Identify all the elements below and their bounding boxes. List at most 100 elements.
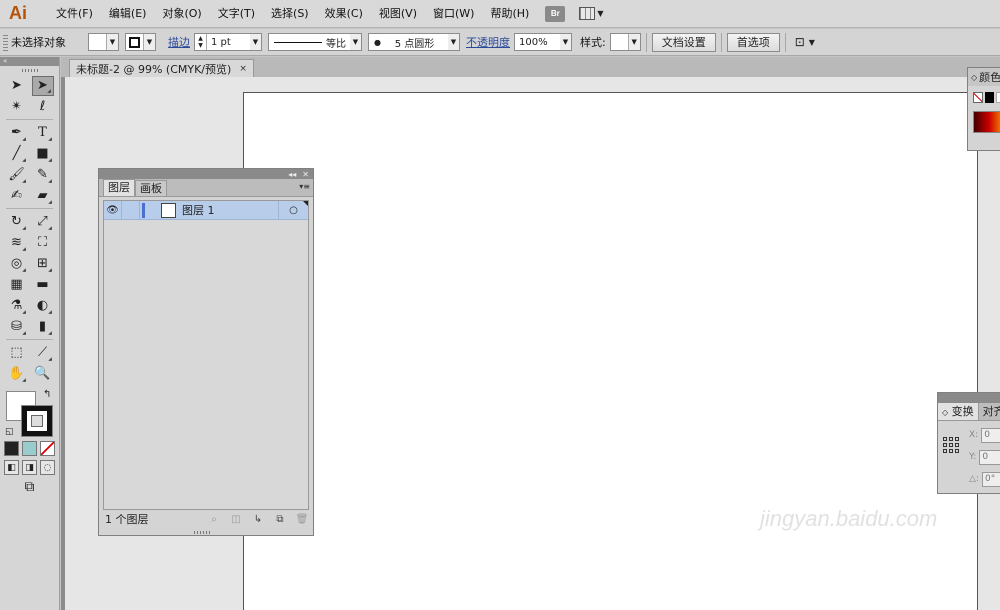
scale-tool-icon[interactable]: ⤢	[32, 212, 54, 232]
tab-layers[interactable]: 图层	[103, 179, 135, 196]
perspective-grid-tool-icon[interactable]: ⊞	[32, 254, 54, 274]
menu-object[interactable]: 对象(O)	[154, 0, 209, 28]
none-mode-icon[interactable]	[40, 441, 55, 456]
layers-panel: ◂◂ ✕ 图层 画板 ▾≡ 👁 图层 1 ○ 1 个图层 ⌕ ◫ ↳ ⧉ 🗑	[98, 168, 314, 536]
menu-bar: Ai 文件(F) 编辑(E) 对象(O) 文字(T) 选择(S) 效果(C) 视…	[0, 0, 1000, 28]
menu-file[interactable]: 文件(F)	[48, 0, 101, 28]
document-tab[interactable]: 未标题-2 @ 99% (CMYK/预览) ×	[69, 59, 254, 77]
screen-mode-icon[interactable]: ⧉	[25, 479, 35, 495]
fill-color-dropdown[interactable]: ▼	[88, 33, 119, 51]
rotate-field[interactable]: △: 0°	[969, 471, 1000, 487]
chevron-down-icon[interactable]: ▼	[809, 38, 815, 47]
color-mode-icon[interactable]	[4, 441, 19, 456]
menu-help[interactable]: 帮助(H)	[482, 0, 537, 28]
hand-tool-icon[interactable]: ✋	[6, 364, 28, 384]
collapse-icon[interactable]: ◂◂	[288, 170, 296, 179]
close-icon[interactable]: ×	[239, 64, 247, 74]
pen-tool-icon[interactable]: ✒	[6, 123, 28, 143]
stroke-swatch[interactable]	[21, 405, 53, 437]
column-graph-tool-icon[interactable]: ▮	[32, 317, 54, 337]
selection-tool-icon[interactable]: ➤	[6, 76, 28, 96]
reference-point-icon[interactable]	[943, 437, 959, 453]
panel-title-bar[interactable]	[938, 393, 1000, 403]
stroke-weight-field[interactable]: ▲ ▼ 1 pt ▼	[194, 33, 262, 51]
rotate-tool-icon[interactable]: ↻	[6, 212, 28, 232]
blend-tool-icon[interactable]: ◐	[32, 296, 54, 316]
variable-width-profile-dropdown[interactable]: 等比 ▼	[268, 33, 362, 51]
clipping-mask-icon[interactable]: ◫	[225, 514, 247, 525]
swap-fill-stroke-icon[interactable]: ↰	[43, 389, 51, 400]
opacity-panel-link[interactable]: 不透明度	[466, 34, 510, 50]
slice-tool-icon[interactable]: ⟋	[32, 343, 54, 363]
preferences-button[interactable]: 首选项	[726, 32, 780, 52]
stepper-icon[interactable]: ▲ ▼	[195, 34, 207, 50]
draw-inside-icon[interactable]: ◌	[40, 460, 55, 475]
menu-type[interactable]: 文字(T)	[210, 0, 263, 28]
graphic-style-dropdown[interactable]: ▼	[609, 33, 641, 51]
visibility-eye-icon[interactable]: 👁	[104, 200, 122, 220]
symbol-sprayer-tool-icon[interactable]: ⛁	[6, 317, 28, 337]
collapse-icon[interactable]: «	[0, 57, 59, 66]
lasso-tool-icon[interactable]: ℓ	[32, 97, 54, 117]
new-sublayer-icon[interactable]: ↳	[247, 514, 269, 525]
eyedropper-tool-icon[interactable]: ⚗	[6, 296, 28, 316]
opacity-field[interactable]: 100% ▼	[514, 33, 572, 51]
locate-object-icon[interactable]: ⌕	[203, 514, 225, 525]
artboard-tool-icon[interactable]: ⬚	[6, 343, 28, 363]
mesh-tool-icon[interactable]: ▦	[6, 275, 28, 295]
rectangle-tool-icon[interactable]: ■	[32, 144, 54, 164]
paintbrush-tool-icon[interactable]: 🖌	[6, 165, 28, 185]
menu-select[interactable]: 选择(S)	[263, 0, 317, 28]
white-swatch[interactable]	[996, 92, 1000, 103]
fill-stroke-control[interactable]: ↰ ◱	[0, 387, 59, 439]
magic-wand-tool-icon[interactable]: ✴	[6, 97, 28, 117]
draw-normal-icon[interactable]: ◧	[4, 460, 19, 475]
layer-row[interactable]: 👁 图层 1 ○	[104, 200, 308, 220]
x-field[interactable]: X: 0	[969, 427, 1000, 443]
panel-title-bar[interactable]: ◂◂ ✕	[99, 169, 313, 179]
gradient-mode-icon[interactable]	[22, 441, 37, 456]
arrange-documents-button[interactable]: ▼	[579, 7, 603, 20]
isolate-mode-icon[interactable]: ⊡	[795, 35, 805, 49]
warp-tool-icon[interactable]: ≋	[6, 233, 28, 253]
direct-selection-tool-icon[interactable]: ➤	[31, 75, 54, 96]
brush-definition-dropdown[interactable]: ● 5 点圆形 ▼	[368, 33, 460, 51]
lock-toggle[interactable]	[122, 200, 140, 220]
none-swatch[interactable]	[973, 92, 983, 103]
close-icon[interactable]: ✕	[302, 170, 309, 179]
color-spectrum[interactable]	[973, 111, 1000, 133]
panel-menu-icon[interactable]: ▾≡	[299, 182, 310, 191]
default-fill-stroke-icon[interactable]: ◱	[5, 427, 14, 437]
stroke-color-dropdown[interactable]: ▼	[125, 33, 156, 51]
black-swatch[interactable]	[984, 92, 995, 103]
tab-transform[interactable]: ◇ 变换	[938, 403, 979, 420]
chevron-down-icon: ▼	[350, 34, 361, 50]
y-field[interactable]: Y: 0	[969, 449, 1000, 465]
new-layer-icon[interactable]: ⧉	[269, 514, 291, 525]
tab-artboards[interactable]: 画板	[135, 180, 167, 196]
profile-line-icon	[274, 41, 322, 43]
control-bar-grip[interactable]	[3, 33, 8, 51]
menu-view[interactable]: 视图(V)	[371, 0, 425, 28]
type-tool-icon[interactable]: T	[32, 123, 54, 143]
bridge-button[interactable]: Br	[545, 5, 566, 22]
resize-handle[interactable]	[194, 531, 212, 534]
chevron-updown-icon[interactable]: ◇	[971, 73, 977, 82]
zoom-tool-icon[interactable]: 🔍	[32, 364, 54, 384]
stroke-panel-link[interactable]: 描边	[168, 34, 190, 50]
menu-window[interactable]: 窗口(W)	[425, 0, 482, 28]
delete-layer-icon[interactable]: 🗑	[291, 514, 313, 525]
menu-effect[interactable]: 效果(C)	[317, 0, 371, 28]
gradient-tool-icon[interactable]: ▬	[32, 275, 54, 295]
document-setup-button[interactable]: 文档设置	[651, 32, 716, 52]
draw-behind-icon[interactable]: ◨	[22, 460, 37, 475]
line-tool-icon[interactable]: ╱	[6, 144, 28, 164]
free-transform-tool-icon[interactable]: ⛶	[32, 233, 54, 253]
eraser-tool-icon[interactable]: ▰	[32, 186, 54, 206]
layer-name[interactable]: 图层 1	[182, 202, 278, 218]
tab-align[interactable]: 对齐	[979, 403, 1000, 420]
shape-builder-tool-icon[interactable]: ◎	[6, 254, 28, 274]
blob-brush-tool-icon[interactable]: ✍	[6, 186, 28, 206]
menu-edit[interactable]: 编辑(E)	[101, 0, 155, 28]
pencil-tool-icon[interactable]: ✎	[32, 165, 54, 185]
